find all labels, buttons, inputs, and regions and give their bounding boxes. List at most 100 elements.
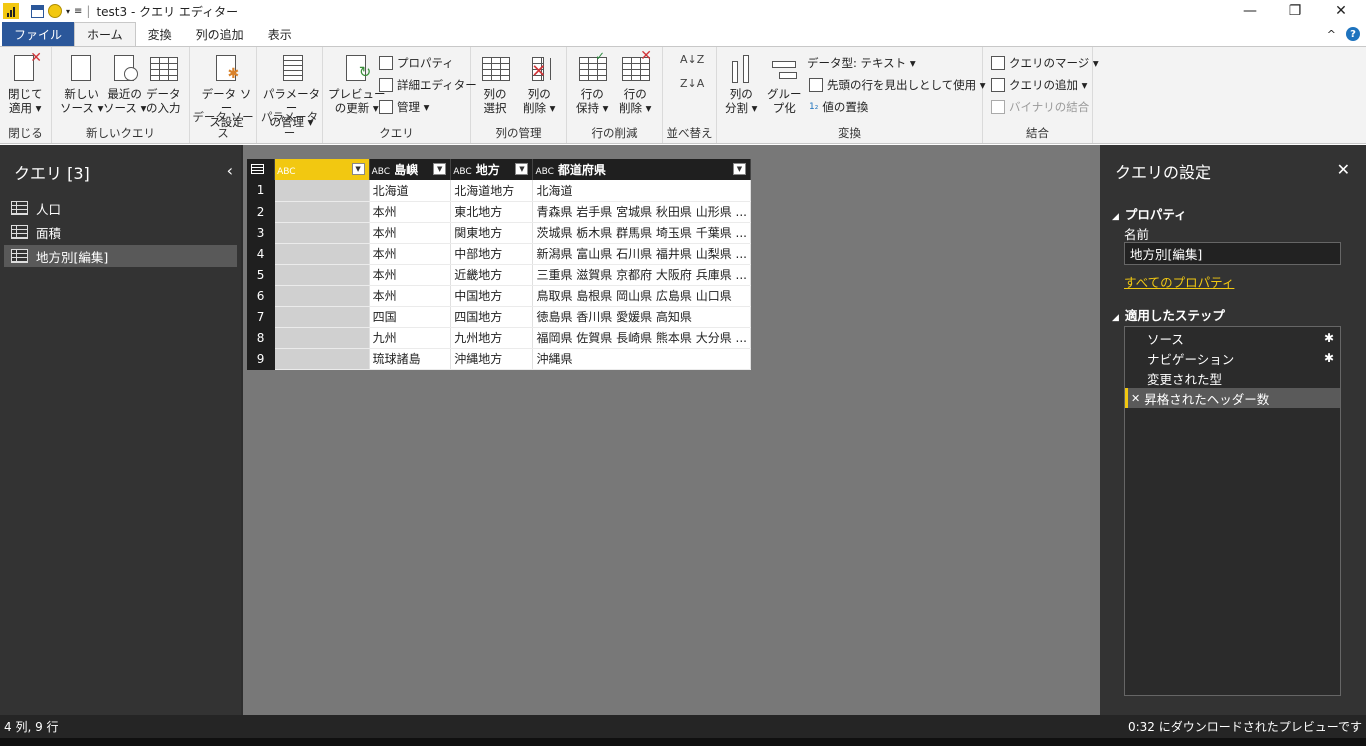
enter-data-button[interactable]: データ の入力 [146, 53, 181, 115]
query-item-area[interactable]: 面積 [4, 221, 237, 243]
text-type-icon[interactable]: ABC [277, 167, 295, 177]
cell-region[interactable]: 東北地方 [450, 201, 534, 223]
step-promoted-headers[interactable]: ✕ 昇格されたヘッダー数 [1125, 388, 1340, 408]
cell-region[interactable]: 中国地方 [450, 285, 534, 307]
query-item-regions[interactable]: 地方別[編集] [4, 245, 237, 267]
replace-values-button[interactable]: 1₂ 値の置換 [809, 99, 868, 115]
cell-island[interactable]: 本州 [369, 222, 452, 244]
remove-columns-button[interactable]: ✕ 列の 削除 ▾ [523, 53, 555, 115]
cell-prefecture[interactable]: 北海道 [532, 180, 751, 202]
cell-prefecture[interactable]: 福岡県 佐賀県 長崎県 熊本県 大分県 ... [532, 327, 751, 349]
column-filter-dropdown-icon[interactable]: ▼ [433, 163, 447, 175]
tab-add-column[interactable]: 列の追加 [184, 22, 256, 46]
chevron-down-icon[interactable]: ▾ [66, 7, 70, 16]
row-number[interactable]: 4 [247, 243, 276, 265]
cell-unnamed[interactable] [274, 201, 370, 223]
data-type-dropdown[interactable]: データ型: テキスト ▾ [807, 55, 916, 71]
query-name-input[interactable]: 地方別[編集] [1124, 242, 1341, 265]
help-icon[interactable]: ? [1346, 27, 1360, 41]
cell-prefecture[interactable]: 三重県 滋賀県 京都府 大阪府 兵庫県 ... [532, 264, 751, 286]
new-source-button[interactable]: 新しい ソース ▾ [60, 53, 103, 115]
cell-unnamed[interactable] [274, 306, 370, 328]
use-first-row-as-headers-button[interactable]: 先頭の行を見出しとして使用 ▾ [809, 77, 986, 93]
gear-icon[interactable]: ✱ [1324, 351, 1334, 365]
column-header-island[interactable]: ABC 島嶼 ▼ [369, 159, 452, 180]
step-changed-type[interactable]: 変更された型 [1125, 368, 1340, 388]
remove-rows-button[interactable]: ✕ 行の 削除 ▾ [619, 49, 652, 115]
cell-unnamed[interactable] [274, 327, 370, 349]
combine-binaries-button[interactable]: バイナリの結合 [991, 99, 1089, 115]
tab-home[interactable]: ホーム [74, 22, 136, 47]
cell-region[interactable]: 沖縄地方 [450, 348, 534, 370]
grid-table-menu-icon[interactable] [247, 159, 276, 180]
cell-region[interactable]: 四国地方 [450, 306, 534, 328]
column-header-unnamed[interactable]: ABC ▼ [274, 159, 370, 180]
smiley-icon[interactable] [48, 4, 62, 18]
cell-prefecture[interactable]: 青森県 岩手県 宮城県 秋田県 山形県 ... [532, 201, 751, 223]
advanced-editor-button[interactable]: 詳細エディター [379, 77, 477, 93]
cell-island[interactable]: 琉球諸島 [369, 348, 452, 370]
cell-island[interactable]: 九州 [369, 327, 452, 349]
column-filter-dropdown-icon[interactable]: ▼ [515, 163, 529, 175]
merge-queries-button[interactable]: クエリのマージ ▾ [991, 55, 1099, 71]
column-filter-dropdown-icon[interactable]: ▼ [733, 163, 746, 175]
cell-island[interactable]: 本州 [369, 264, 452, 286]
properties-button[interactable]: プロパティ [379, 55, 454, 71]
text-type-icon[interactable]: ABC [372, 167, 390, 177]
split-column-button[interactable]: 列の 分割 ▾ [725, 53, 757, 115]
refresh-preview-button[interactable]: ↻ プレビュー の更新 ▾ [328, 53, 386, 115]
step-source[interactable]: ソース ✱ [1125, 328, 1340, 348]
text-type-icon[interactable]: ABC [453, 167, 471, 177]
collapse-pane-icon[interactable]: ‹ [227, 161, 233, 180]
cell-island[interactable]: 本州 [369, 243, 452, 265]
cell-prefecture[interactable]: 徳島県 香川県 愛媛県 高知県 [532, 306, 751, 328]
customize-toolbar-icon[interactable]: ≡ [74, 6, 82, 17]
cell-island[interactable]: 本州 [369, 285, 452, 307]
cell-island[interactable]: 北海道 [369, 180, 452, 202]
tab-transform[interactable]: 変換 [136, 22, 184, 46]
cell-prefecture[interactable]: 鳥取県 島根県 岡山県 広島県 山口県 [532, 285, 751, 307]
tab-view[interactable]: 表示 [256, 22, 304, 46]
cell-unnamed[interactable] [274, 243, 370, 265]
sort-ascending-button[interactable]: A↓Z [680, 53, 704, 66]
column-header-prefecture[interactable]: ABC 都道府県 ▼ [532, 159, 751, 180]
step-navigation[interactable]: ナビゲーション ✱ [1125, 348, 1340, 368]
group-by-button[interactable]: グルー プ化 [767, 53, 802, 115]
close-pane-icon[interactable]: ✕ [1337, 160, 1350, 179]
cell-island[interactable]: 四国 [369, 306, 452, 328]
row-number[interactable]: 9 [247, 348, 276, 370]
gear-icon[interactable]: ✱ [1324, 331, 1334, 345]
row-number[interactable]: 3 [247, 222, 276, 244]
ribbon-collapse-icon[interactable]: ^ [1327, 28, 1336, 41]
cell-unnamed[interactable] [274, 285, 370, 307]
row-number[interactable]: 5 [247, 264, 276, 286]
sort-descending-button[interactable]: Z↓A [680, 77, 704, 90]
cell-unnamed[interactable] [274, 180, 370, 202]
column-filter-dropdown-icon[interactable]: ▼ [351, 163, 365, 175]
close-window-button[interactable]: ✕ [1318, 0, 1364, 22]
cell-unnamed[interactable] [274, 348, 370, 370]
save-icon[interactable] [31, 4, 44, 18]
cell-prefecture[interactable]: 茨城県 栃木県 群馬県 埼玉県 千葉県 ... [532, 222, 751, 244]
row-number[interactable]: 7 [247, 306, 276, 328]
text-type-icon[interactable]: ABC [535, 167, 553, 177]
delete-step-icon[interactable]: ✕ [1131, 392, 1140, 405]
cell-island[interactable]: 本州 [369, 201, 452, 223]
row-number[interactable]: 1 [247, 180, 276, 202]
column-header-region[interactable]: ABC 地方 ▼ [450, 159, 534, 180]
query-item-population[interactable]: 人口 [4, 197, 237, 219]
applied-steps-section-header[interactable]: ◢ 適用したステップ [1112, 305, 1225, 324]
cell-prefecture[interactable]: 新潟県 富山県 石川県 福井県 山梨県 ... [532, 243, 751, 265]
tab-file[interactable]: ファイル [2, 22, 75, 46]
cell-region[interactable]: 九州地方 [450, 327, 534, 349]
append-queries-button[interactable]: クエリの追加 ▾ [991, 77, 1087, 93]
recent-sources-button[interactable]: 最近の ソース ▾ [103, 53, 146, 115]
all-properties-link[interactable]: すべてのプロパティ [1124, 272, 1234, 291]
cell-region[interactable]: 中部地方 [450, 243, 534, 265]
manage-button[interactable]: 管理 ▾ [379, 99, 429, 115]
keep-rows-button[interactable]: ✓ 行の 保持 ▾ [576, 49, 608, 115]
row-number[interactable]: 8 [247, 327, 276, 349]
cell-unnamed[interactable] [274, 222, 370, 244]
choose-columns-button[interactable]: 列の 選択 [480, 53, 510, 115]
cell-region[interactable]: 北海道地方 [450, 180, 534, 202]
